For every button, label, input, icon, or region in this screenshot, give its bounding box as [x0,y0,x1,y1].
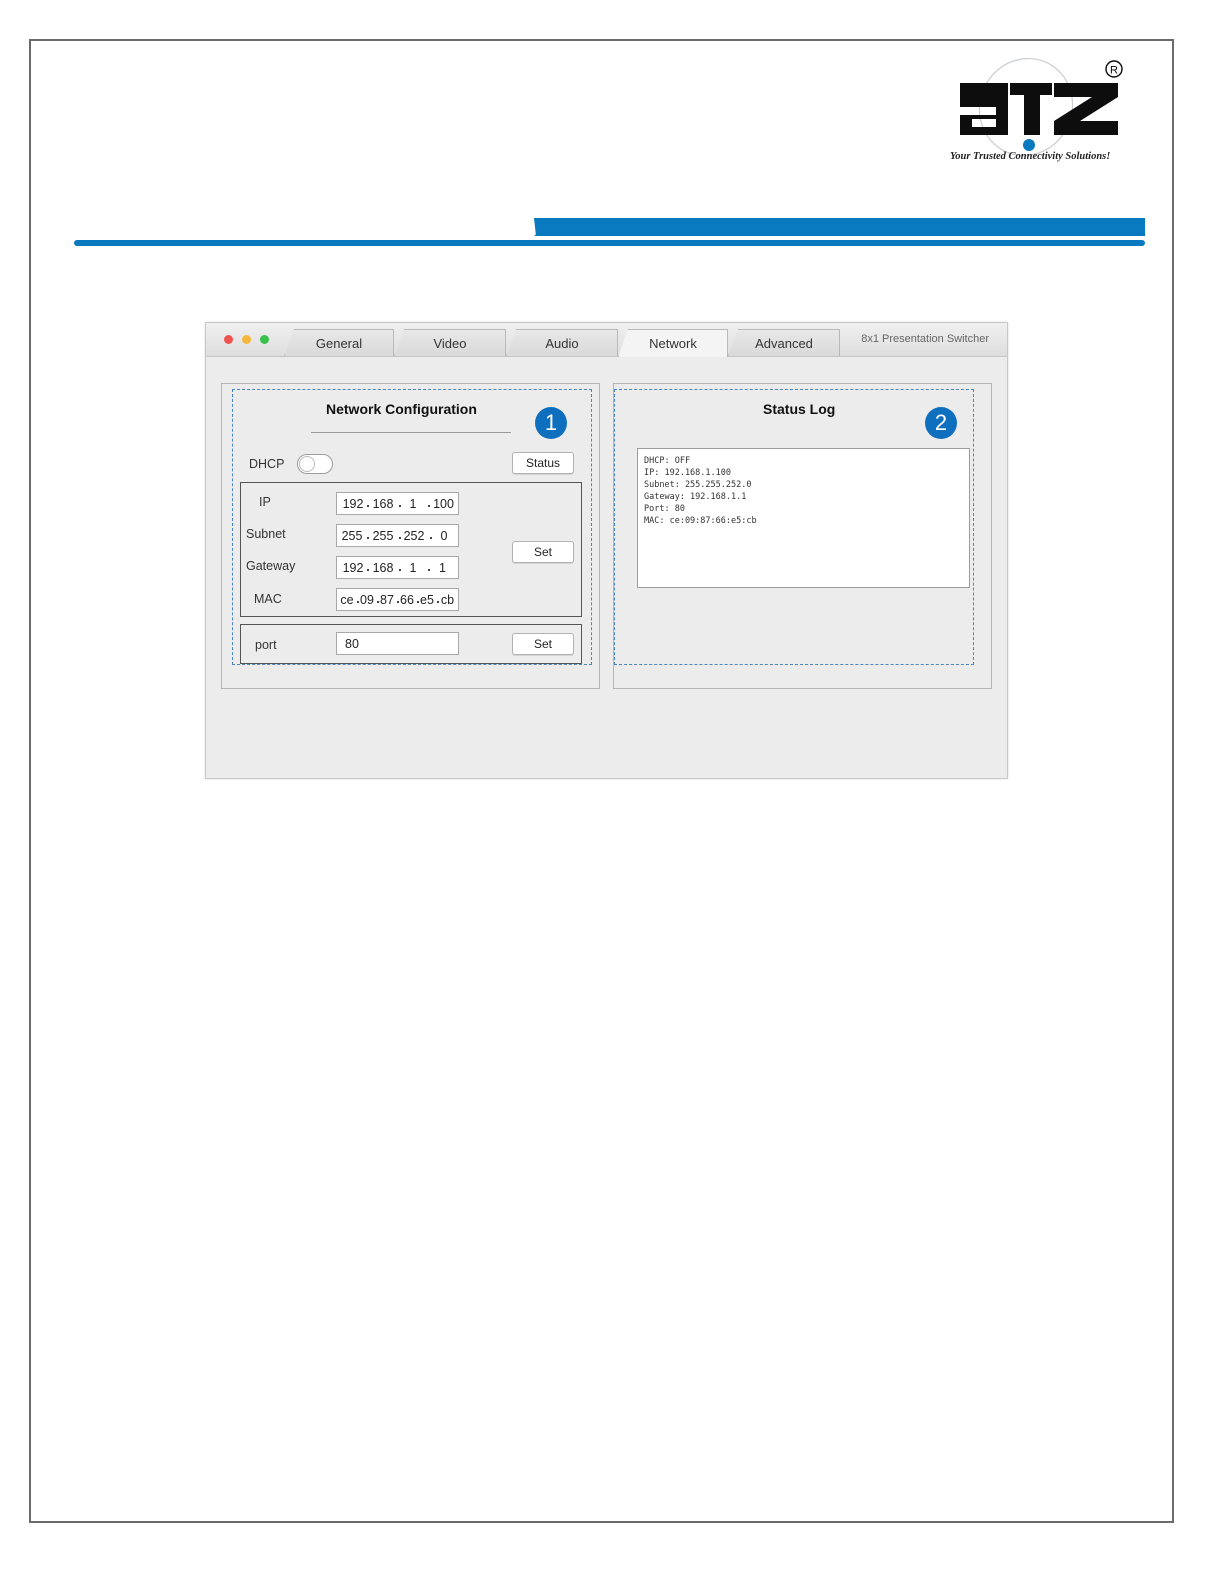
ip-field[interactable]: 192 168 1 100 [336,492,459,515]
ip-octet-2: 168 [372,497,394,511]
subnet-dot [367,537,369,539]
gateway-octet-1: 192 [342,561,364,575]
callout-badge-1: 1 [535,407,567,439]
logo-tagline: Your Trusted Connectivity Solutions! [950,151,1111,162]
mac-field[interactable]: ce 09 87 66 e5 cb [336,588,459,611]
tab-network[interactable]: Network [618,329,728,357]
ip-octet-1: 192 [342,497,364,511]
port-field[interactable]: 80 [336,632,459,655]
log-line: DHCP: OFF [644,456,691,466]
header-bar [74,218,1145,246]
tab-video[interactable]: Video [394,329,506,356]
gateway-octet-4: 1 [439,561,446,575]
subnet-label: Subnet [246,527,286,541]
status-button[interactable]: Status [512,452,574,474]
page-border [29,39,1174,1523]
tab-advanced[interactable]: Advanced [728,329,840,356]
subnet-field[interactable]: 255 255 252 0 [336,524,459,547]
tab-general[interactable]: General [284,329,394,356]
port-label: port [255,638,277,652]
app-window: General Video Audio Network Advanced 8x1… [205,322,1008,779]
subnet-octet-4: 0 [440,529,448,543]
ip-octet-3: 1 [409,497,417,511]
tab-audio[interactable]: Audio [506,329,618,356]
close-window-button[interactable] [224,335,233,344]
status-log-panel: Status Log 2 DHCP: OFF IP: 192.168.1.100… [613,383,992,689]
network-config-title: Network Configuration [326,401,477,417]
mac-byte-5: e5 [420,593,434,607]
mac-byte-2: 09 [360,593,374,607]
network-config-panel: Network Configuration 1 DHCP Status IP 1… [221,383,600,689]
mac-byte-6: cb [440,593,455,607]
dhcp-toggle-knob [299,456,315,472]
gateway-octet-2: 168 [372,561,394,575]
dhcp-toggle[interactable] [297,454,333,474]
subnet-octet-1: 255 [341,529,363,543]
log-line: Gateway: 192.168.1.1 [644,492,747,502]
ip-octet-4: 100 [433,497,454,511]
log-line: MAC: ce:09:87:66:e5:cb [644,516,757,526]
minimize-window-button[interactable] [242,335,251,344]
mac-byte-3: 87 [380,593,394,607]
subnet-octet-2: 255 [372,529,394,543]
title-underline [311,432,511,433]
set-port-button[interactable]: Set [512,633,574,655]
status-log-title: Status Log [763,401,836,417]
svg-text:R: R [1110,65,1118,77]
log-line: Subnet: 255.255.252.0 [644,480,752,490]
set-address-button[interactable]: Set [512,541,574,563]
dhcp-label: DHCP [249,457,285,471]
log-line: IP: 192.168.1.100 [644,468,731,478]
ip-dot [367,505,369,507]
ip-label: IP [259,495,271,509]
log-line: Port: 80 [644,504,685,514]
callout-badge-2: 2 [925,407,957,439]
mac-byte-4: 66 [400,593,414,607]
window-title: 8x1 Presentation Switcher [861,333,989,345]
gateway-label: Gateway [246,559,296,573]
mac-byte-1: ce [340,593,354,607]
zoom-window-button[interactable] [260,335,269,344]
port-group: port 80 Set [240,624,582,664]
address-group: IP 192 168 1 100 Subnet 255 255 252 0 Ga [240,482,582,617]
gateway-octet-3: 1 [409,561,417,575]
title-bar: General Video Audio Network Advanced 8x1… [206,323,1007,357]
mac-label: MAC [254,592,282,606]
gateway-dot [367,569,369,571]
gateway-field[interactable]: 192 168 1 1 [336,556,459,579]
subnet-octet-3: 252 [403,529,425,543]
status-log-text[interactable]: DHCP: OFF IP: 192.168.1.100 Subnet: 255.… [637,448,970,588]
